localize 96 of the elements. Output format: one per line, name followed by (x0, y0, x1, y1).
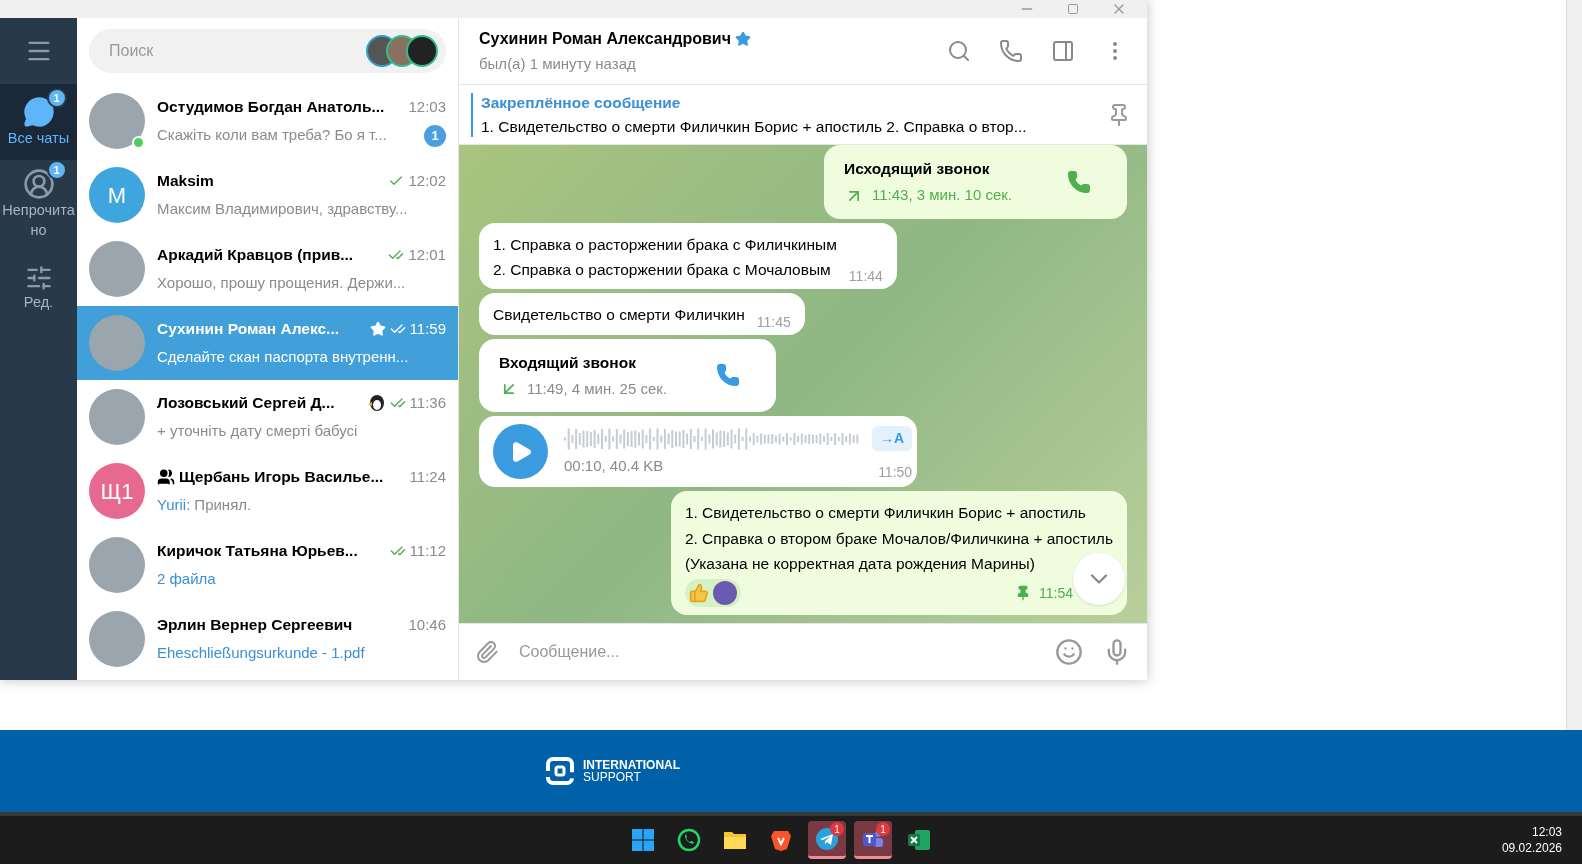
avatar-photo-placeholder (89, 611, 145, 667)
avatar-photo-placeholder (89, 315, 145, 371)
chat-name: Maksim (157, 171, 214, 192)
chat-name: Остудимов Богдан Анатоль... (157, 97, 385, 118)
folder-badge: 1 (46, 88, 67, 108)
message-preview: Максим Владимирович, здравству... (157, 199, 408, 220)
scrollbar[interactable] (1566, 0, 1582, 730)
thumbs-up-icon (688, 583, 709, 603)
pinned-label: Закреплённое сообщение (481, 93, 682, 114)
message-text: 1. Справка о расторжении брака с Филичкиным (493, 234, 837, 255)
last-seen-status: был(а) 1 минуту назад (479, 53, 637, 74)
spreadsheet-x-icon (906, 828, 931, 852)
folder-label: Все чаты (6, 129, 71, 148)
chat-time: 11:24 (409, 466, 446, 487)
avatar-photo-placeholder (89, 389, 145, 445)
chat-title: Сухинин Роман Александрович (479, 28, 731, 49)
message-input[interactable]: Сообщение... (519, 640, 1035, 664)
chat-name: Лозовський Сергей Д... (157, 393, 335, 414)
message-preview: Скажіть коли вам треба? Бо я т... (157, 125, 387, 146)
chat-time: 11:36 (409, 392, 446, 413)
chat-time: 12:02 (408, 170, 446, 191)
message-time: 11:44 (848, 267, 883, 287)
pinned-text: 1. Свидетельство о смерти Филичкин Борис + апостиль 2. Справка о втор... (481, 116, 1028, 137)
message-preview: Сделайте скан паспорта внутренн... (157, 347, 409, 368)
message-text: Свидетельство о смерти Филичкин (493, 305, 745, 326)
chat-name: Аркадий Кравцов (прив... (157, 245, 354, 266)
reaction-pill[interactable] (684, 579, 741, 607)
chat-name: Щербань Игорь Василье... (179, 467, 384, 488)
message-text: (Указана не корректная дата рождения Марины) (684, 553, 1036, 574)
chat-name: Киричок Татьяна Юрьев... (157, 541, 358, 562)
avatar-photo-placeholder (89, 93, 145, 149)
search-icon[interactable] (947, 39, 971, 63)
chat-name: Сухинин Роман Алекс... (157, 319, 340, 340)
message-text: 2. Справка о втором браке Мочалов/Филичкина + апостиль (684, 528, 1113, 549)
message-preview: + уточніть дату смерті бабусі (157, 421, 358, 442)
message-time: 11:50 (878, 462, 913, 482)
side-panel-icon[interactable] (1051, 39, 1075, 63)
folder-tab[interactable]: Ред. (0, 248, 77, 328)
call-title: Исходящий звонок (844, 159, 991, 179)
play-button[interactable] (493, 424, 548, 480)
phone-icon[interactable] (1067, 169, 1091, 194)
chat-time: 11:59 (409, 318, 446, 339)
chat-time: 12:03 (408, 96, 446, 117)
message-time: 11:45 (756, 312, 791, 332)
unread-badge: 1 (424, 124, 446, 147)
logo-text: INTERNATIONAL (583, 759, 681, 771)
folder-tab[interactable]: 1 Непрочитано (0, 160, 77, 248)
voice-info: 00:10, 40.4 KB (564, 456, 664, 476)
avatar: Щ1 (89, 463, 145, 519)
user-icon (22, 168, 55, 200)
message-time: 11:54 (1039, 583, 1073, 603)
attachment-preview: Eheschließungsurkunde - 1.pdf (157, 643, 365, 664)
attach-icon[interactable] (475, 640, 499, 664)
chat-time: 12:01 (408, 244, 446, 265)
app-badge: 1 (829, 822, 844, 836)
maximize-icon[interactable] (1067, 3, 1079, 15)
paper-plane-icon (814, 826, 839, 851)
avatar: M (89, 167, 145, 223)
taskbar-app-button[interactable]: 1 (807, 821, 846, 859)
logo-icon (545, 756, 575, 786)
preview-sender: Yurii: (157, 495, 191, 516)
lion-shield-icon (768, 828, 793, 852)
emoji-icon[interactable] (1055, 638, 1083, 666)
reactor-avatar (712, 581, 737, 605)
chat-name: Эрлин Вернер Сергеевич (157, 615, 353, 636)
call-details: 11:49, 4 мин. 25 сек. (527, 378, 667, 399)
message-preview: Принял. (194, 495, 252, 516)
avatar-photo-placeholder (89, 537, 145, 593)
call-title: Входящий звонок (499, 352, 637, 373)
stories-avatars-drawing[interactable] (366, 35, 438, 67)
chat-time: 11:12 (409, 540, 446, 561)
folder-label: Ред. (22, 293, 55, 312)
phone-icon[interactable] (716, 363, 740, 388)
chat-bubbles-icon (22, 96, 55, 128)
sliders-icon (24, 264, 53, 292)
chat-time: 10:46 (408, 614, 446, 635)
windows-logo-icon (630, 828, 655, 852)
folder-tab[interactable]: 1 Все чаты (0, 84, 77, 160)
logo-text: SUPPORT (583, 771, 642, 783)
folder-badge: 1 (46, 160, 67, 180)
search-input[interactable]: Поиск (109, 39, 366, 63)
phone-icon[interactable] (999, 39, 1023, 63)
message-text: 1. Свидетельство о смерти Филичкин Борис + апостиль (684, 503, 1087, 524)
phone-bubble-icon (676, 828, 701, 852)
pinned-message-bar[interactable]: Закреплённое сообщение 1. Свидетельство о смерти Филичкин Борис + апостиль 2. Справка о втор... (459, 85, 1147, 145)
message-preview: Хорошо, прошу прощения. Держи... (157, 273, 406, 294)
clock-time: 12:03 (1531, 824, 1562, 840)
app-badge: 1 (875, 822, 890, 836)
search-field[interactable]: Поиск (89, 29, 446, 73)
attachment-preview: 2 файла (157, 569, 216, 590)
avatar-photo-placeholder (89, 241, 145, 297)
call-details: 11:43, 3 мин. 10 сек. (872, 185, 1012, 206)
message-text: 2. Справка о расторжении брака с Мочаловым (493, 260, 832, 280)
clock-date: 09.02.2026 (1501, 840, 1562, 856)
folder-label: Непрочитано (1, 201, 76, 240)
taskbar-app-button[interactable]: 1 (853, 821, 892, 859)
